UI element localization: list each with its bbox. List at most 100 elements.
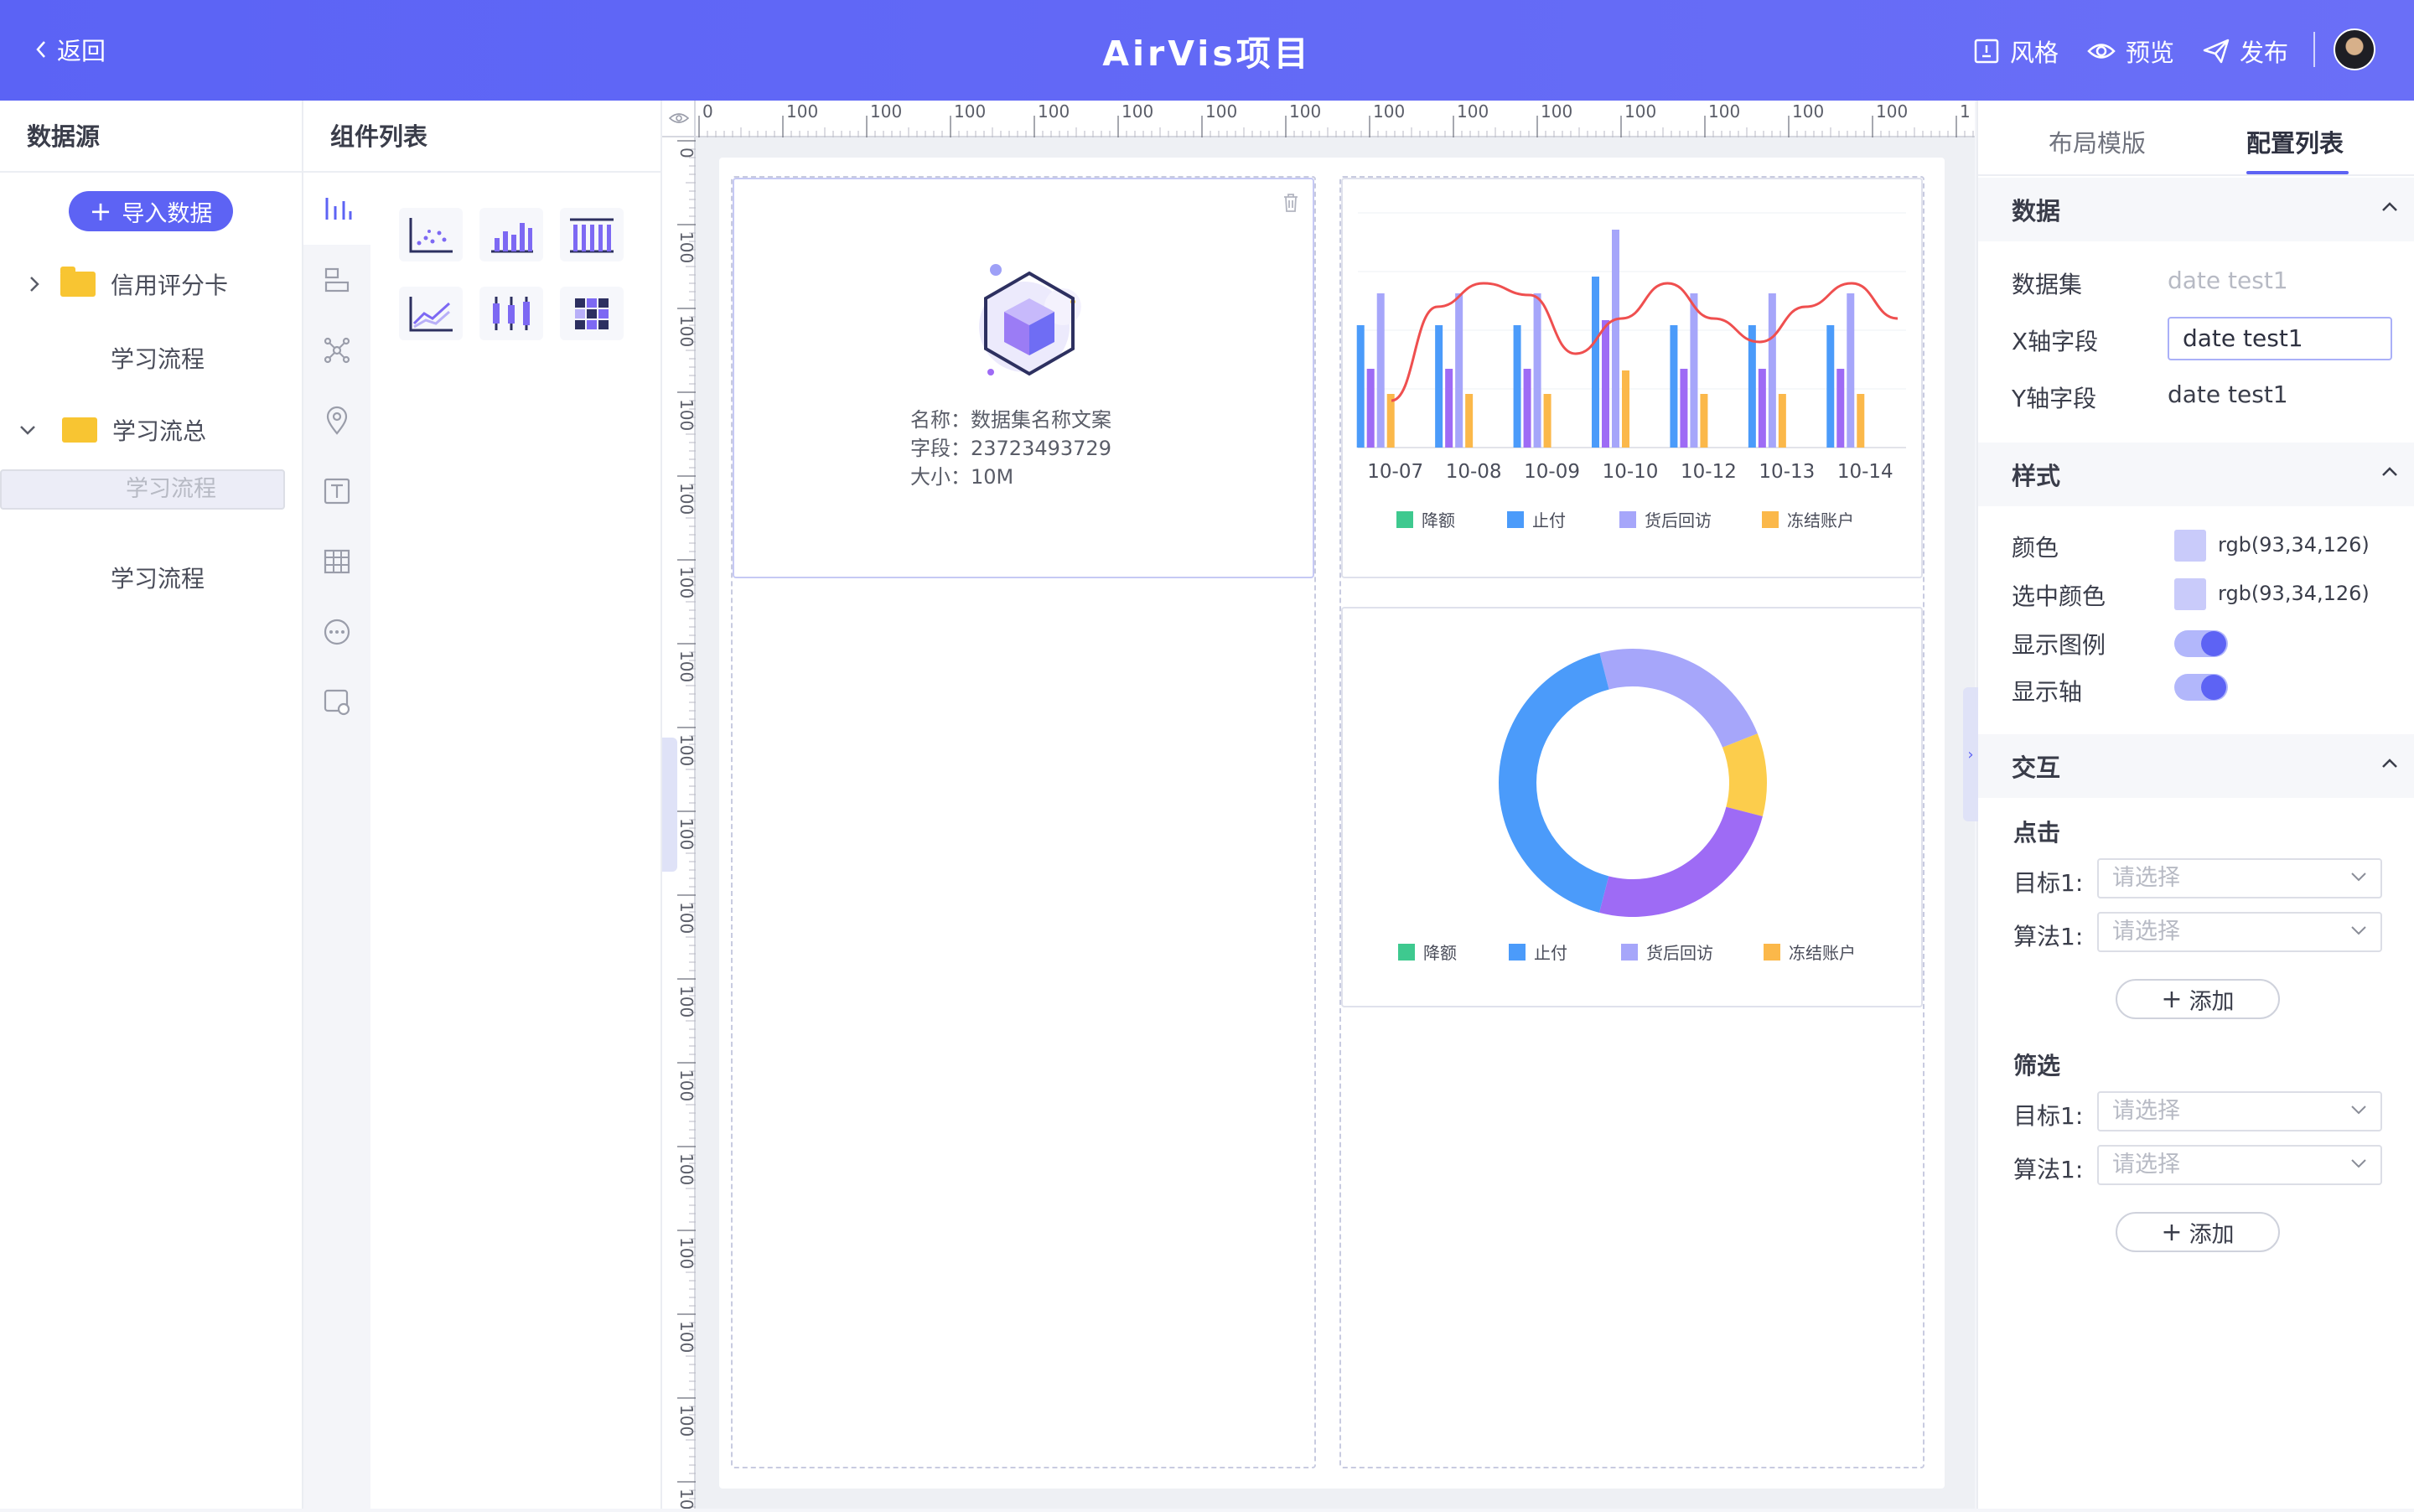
x-tick-label: 10-09: [1524, 461, 1580, 483]
ruler-label: 100: [676, 1321, 696, 1353]
right-collapse-handle[interactable]: ›: [1963, 687, 1978, 821]
legend-label: 货后回访: [1646, 943, 1713, 963]
tree-item-study-3[interactable]: 学习流程: [0, 541, 302, 614]
bar-chart-tile-icon[interactable]: [479, 208, 543, 261]
left-collapse-handle[interactable]: [662, 738, 677, 872]
bar: [1758, 369, 1766, 448]
dataset-size: 10M: [971, 465, 1014, 489]
import-data-button[interactable]: + 导入数据: [69, 191, 233, 231]
select-placeholder: 请选择: [2112, 1098, 2180, 1124]
bar: [1680, 369, 1688, 448]
ruler-label: 100: [676, 1405, 696, 1437]
bar-chart: 10-07 10-08 10-09 10-10 10-12 10-13 10-14 降额 止付 货…: [1356, 212, 1906, 531]
line-chart-icon[interactable]: [399, 287, 463, 340]
ruler-label: 100: [676, 399, 696, 431]
grouped-bar-icon[interactable]: [560, 208, 624, 261]
map-pin-icon[interactable]: [322, 406, 352, 436]
legend-swatch: [1396, 511, 1413, 528]
tree-label: 学习流程: [126, 476, 216, 502]
scatter-chart-icon[interactable]: [399, 208, 463, 261]
datasource-panel: 数据源 + 导入数据 信用评分卡 学习流程 学习流总 学习流程 学习流程: [0, 101, 303, 1509]
legend-swatch: [1762, 511, 1779, 528]
bar: [1465, 394, 1474, 448]
add-click-button[interactable]: + 添加: [2116, 979, 2280, 1019]
bar: [1602, 320, 1609, 448]
dataset-field: 23723493729: [971, 437, 1111, 460]
filter-target-select[interactable]: 请选择: [2097, 1091, 2382, 1131]
section-data[interactable]: 数据: [1978, 178, 2414, 241]
horizontal-ruler-ticks: 0 100 100 100 100 100 100 100 100 100 100 100 100 100…: [698, 101, 2033, 137]
section-style[interactable]: 样式: [1978, 443, 2414, 506]
bar: [1435, 325, 1443, 448]
ruler-label: 100: [676, 650, 696, 682]
tree-item-credit[interactable]: 信用评分卡: [0, 248, 302, 320]
media-icon[interactable]: [322, 687, 352, 717]
plus-icon: +: [89, 195, 112, 227]
ruler-label: 100: [954, 101, 986, 122]
bar: [1612, 230, 1619, 448]
tree-item-study-total[interactable]: 学习流总: [0, 394, 302, 466]
x-field-input[interactable]: date test1: [2168, 317, 2392, 360]
bar-chart-card[interactable]: 10-07 10-08 10-09 10-10 10-12 10-13 10-14 降额 止付 货…: [1341, 178, 1923, 578]
chevron-up-icon: [2382, 202, 2397, 211]
filter-algo-select[interactable]: 请选择: [2097, 1145, 2382, 1185]
add-filter-button[interactable]: + 添加: [2116, 1212, 2280, 1252]
donut-chart-card[interactable]: 降额 止付 货后回访 冻结账户: [1341, 607, 1923, 1007]
user-avatar[interactable]: [2334, 28, 2375, 70]
preview-button[interactable]: 预览: [2087, 34, 2174, 69]
ruler-label: 100: [676, 818, 696, 850]
section-interaction[interactable]: 交互: [1978, 734, 2414, 798]
dataset-name-label: 名称：: [910, 408, 971, 432]
heatmap-icon[interactable]: [560, 287, 624, 340]
tree-item-study-2[interactable]: 学习流程: [0, 469, 285, 510]
more-icon[interactable]: [322, 617, 352, 647]
legend-swatch: [1398, 944, 1415, 961]
tab-config-list[interactable]: 配置列表: [2246, 124, 2344, 159]
bar: [1523, 369, 1531, 448]
preview-label: 预览: [2126, 39, 2175, 67]
legend-swatch: [1764, 944, 1780, 961]
trash-icon[interactable]: [1282, 193, 1299, 213]
bar: [1513, 325, 1521, 448]
selected-color-label: 选中颜色: [2012, 583, 2106, 610]
category-chart[interactable]: [303, 174, 370, 245]
bar: [1847, 293, 1855, 448]
legend-label: 降额: [1422, 510, 1455, 531]
ruler-label: 100: [676, 1153, 696, 1185]
ruler-label: 100: [1708, 101, 1740, 122]
component-panel: 组件列表: [303, 101, 662, 1509]
x-tick-label: 10-12: [1681, 461, 1737, 483]
selected-color-swatch[interactable]: [2174, 578, 2206, 610]
layout-icon[interactable]: [322, 265, 352, 295]
style-button[interactable]: 风格: [1973, 34, 2059, 69]
ruler-label: 100: [870, 101, 902, 122]
tab-layout-template[interactable]: 布局模版: [2049, 124, 2146, 159]
table-icon[interactable]: [322, 546, 352, 577]
legend-label: 冻结账户: [1787, 510, 1854, 531]
show-axis-toggle[interactable]: [2174, 674, 2228, 701]
y-field-value[interactable]: date test1: [2168, 381, 2288, 408]
section-interaction-title: 交互: [2012, 753, 2061, 782]
folder-open-icon: [62, 417, 97, 443]
component-category-rail: [303, 174, 370, 1509]
color-swatch[interactable]: [2174, 530, 2206, 562]
dataset-card[interactable]: 名称：数据集名称文案 字段：23723493729 大小：10M: [733, 178, 1314, 578]
tree-item-study-1[interactable]: 学习流程: [0, 322, 302, 394]
legend-swatch: [1507, 511, 1524, 528]
ruler-label: 100: [676, 483, 696, 515]
graph-icon[interactable]: [322, 335, 352, 365]
boxplot-icon[interactable]: [479, 287, 543, 340]
click-algo-select[interactable]: 请选择: [2097, 912, 2382, 952]
ruler-label: 100: [1457, 101, 1489, 122]
ruler-label: 100: [1624, 101, 1656, 122]
horizontal-ruler: 0 100 100 100 100 100 100 100 100 100 100 100 100 100…: [696, 101, 2033, 137]
filter-target-label: 目标1:: [2013, 1102, 2084, 1130]
tree-label: 学习流程: [111, 565, 205, 593]
publish-button[interactable]: 发布: [2203, 34, 2288, 69]
ruler-label: 100: [676, 315, 696, 347]
click-target-select[interactable]: 请选择: [2097, 858, 2382, 898]
text-icon[interactable]: [322, 476, 352, 506]
ruler-label: 100: [786, 101, 818, 122]
ruler-label: 100: [1122, 101, 1153, 122]
show-legend-toggle[interactable]: [2174, 630, 2228, 657]
